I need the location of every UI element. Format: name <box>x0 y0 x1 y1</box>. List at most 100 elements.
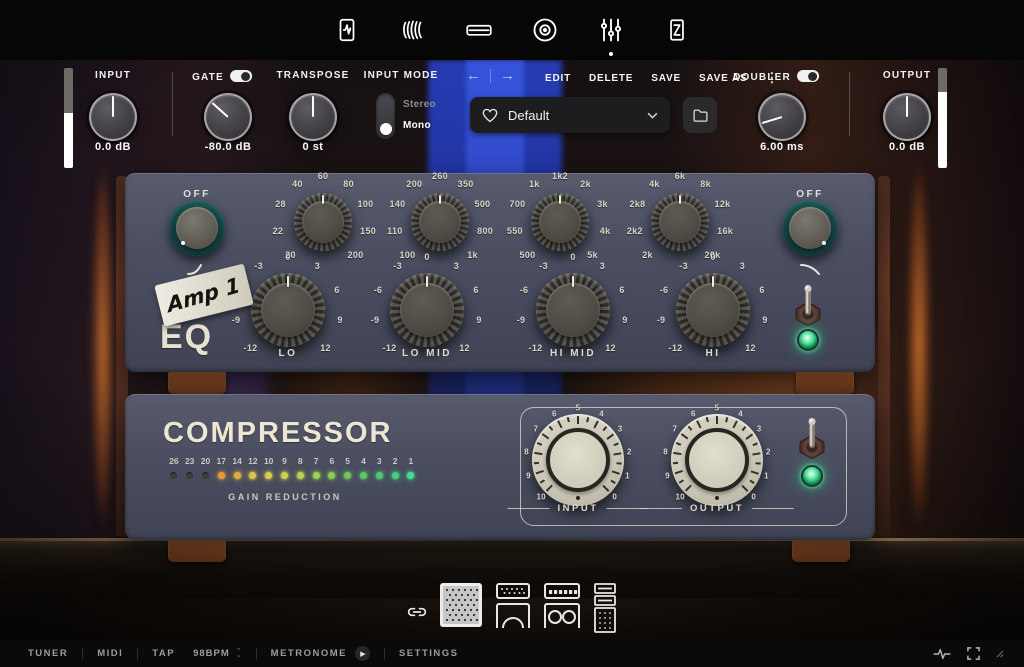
tab-spring[interactable] <box>393 10 433 50</box>
gain-reduction-step-number: 14 <box>232 456 241 466</box>
lo-mid-gain-knob[interactable]: -12-9-6-3036912 <box>357 240 497 380</box>
knob-scale-label: 800 <box>477 226 493 236</box>
edit-button[interactable]: EDIT <box>545 73 571 84</box>
lo-gain-knob[interactable]: -12-9-6-3036912 <box>218 240 358 380</box>
compressor-title: COMPRESSOR <box>163 417 392 450</box>
knob-scale-label: -9 <box>371 315 380 325</box>
bpm-value[interactable]: 98BPM <box>193 648 230 659</box>
tab-speaker[interactable] <box>525 10 565 50</box>
knob-scale-label: 140 <box>390 199 406 209</box>
bpm-stepper[interactable]: ⌃⌄ <box>236 650 242 658</box>
top-nav-bar <box>0 0 1024 60</box>
knob-scale-label: 12k <box>715 199 731 209</box>
combo-amp-icon <box>495 582 531 630</box>
gain-reduction-step-number: 9 <box>282 456 287 466</box>
pedal-icon <box>464 17 494 43</box>
knob-scale-label: 2k2 <box>627 226 643 236</box>
knob-face <box>261 283 315 337</box>
tab-effects[interactable] <box>591 10 631 50</box>
preset-nav: ← → <box>466 67 515 84</box>
rig-stack-button[interactable] <box>593 582 617 634</box>
gain-reduction-led <box>407 472 414 479</box>
doubler-toggle[interactable] <box>797 70 819 82</box>
metronome-label[interactable]: METRONOME <box>271 648 347 659</box>
waveform-icon[interactable] <box>933 647 951 661</box>
knob-pointer <box>322 195 325 204</box>
knob-scale-label: 9 <box>622 315 627 325</box>
metronome-play-button[interactable]: ▶ <box>355 646 370 661</box>
knob-pointer <box>559 195 562 204</box>
hi-mid-gain-knob[interactable]: -12-9-6-3036912 <box>503 240 643 380</box>
tuner-button[interactable]: TUNER <box>14 648 82 659</box>
settings-button[interactable]: SETTINGS <box>385 648 473 659</box>
doubler-label-text: DOUBLER <box>733 72 791 83</box>
gain-reduction-led <box>344 472 351 479</box>
tab-looper[interactable] <box>657 10 697 50</box>
gain-reduction-step: 12 <box>245 456 261 479</box>
delete-button[interactable]: DELETE <box>589 73 633 84</box>
resize-handle-icon[interactable] <box>996 650 1004 658</box>
preset-dropdown[interactable]: Default <box>470 97 670 133</box>
metronome-control[interactable]: METRONOME ▶ <box>257 646 384 661</box>
midi-button[interactable]: MIDI <box>83 648 137 659</box>
preset-name: Default <box>508 108 637 123</box>
knob-scale-label: 80 <box>343 179 354 189</box>
input-mode-toggle[interactable] <box>376 93 395 139</box>
knob-scale-label: 10 <box>536 492 546 501</box>
bottom-bar: TUNER MIDI TAP 98BPM ⌃⌄ METRONOME ▶ SETT… <box>0 640 1024 667</box>
input-knob[interactable] <box>89 93 137 141</box>
rig-combo-amp-button[interactable] <box>495 582 531 630</box>
knob-scale-label: 16k <box>717 226 733 236</box>
tap-tempo-button[interactable]: TAP <box>138 648 179 659</box>
knob-scale-label: 12 <box>459 343 470 353</box>
label-text: OUTPUT <box>690 503 744 514</box>
bpm-control[interactable]: 98BPM ⌃⌄ <box>179 648 256 659</box>
knob-pointer <box>762 116 783 124</box>
next-preset-button[interactable]: → <box>500 67 515 84</box>
rig-cabinet-button[interactable] <box>439 582 483 628</box>
chevron-down-icon[interactable]: ⌄ <box>236 654 242 658</box>
label-line <box>508 508 550 509</box>
rack-rail <box>878 176 890 536</box>
gain-reduction-step: 26 <box>166 456 182 479</box>
knob-scale-label: 6 <box>552 409 557 418</box>
low-cut-knob[interactable] <box>169 200 225 256</box>
tab-amp[interactable] <box>327 10 367 50</box>
compressor-output-label: OUTPUT <box>640 503 794 514</box>
divider <box>490 69 491 83</box>
input-mode-option-stereo[interactable]: Stereo <box>403 99 436 110</box>
transpose-knob[interactable] <box>289 93 337 141</box>
rig-head-cab-button[interactable] <box>543 582 581 630</box>
gain-reduction-step-number: 1 <box>408 456 413 466</box>
divider <box>172 72 173 136</box>
gain-reduction-step-number: 26 <box>169 456 178 466</box>
favorite-heart-icon[interactable] <box>482 108 498 123</box>
hi-gain-knob[interactable]: -12-9-6-3036912 <box>643 240 783 380</box>
knob-scale-label: 4 <box>738 409 743 418</box>
tab-pedal[interactable] <box>459 10 499 50</box>
gain-reduction-label: GAIN REDUCTION <box>228 492 342 502</box>
save-button[interactable]: SAVE <box>651 73 681 84</box>
input-mode-option-mono[interactable]: Mono <box>403 120 431 131</box>
prev-preset-button[interactable]: ← <box>466 67 481 84</box>
output-knob[interactable] <box>883 93 931 141</box>
output-value: 0.0 dB <box>889 141 925 153</box>
eq-power-switch[interactable] <box>790 280 826 326</box>
high-cut-knob[interactable] <box>782 200 838 256</box>
input-value: 0.0 dB <box>95 141 131 153</box>
doubler-knob[interactable] <box>758 93 806 141</box>
amp-foot <box>168 538 226 562</box>
preset-browser-button[interactable] <box>683 97 717 133</box>
knob-scale-label: 5 <box>576 404 581 413</box>
compressor-power-switch[interactable] <box>794 413 830 459</box>
link-button[interactable] <box>407 606 427 618</box>
speaker-icon <box>531 16 559 44</box>
gain-reduction-led <box>265 472 272 479</box>
fullscreen-icon[interactable] <box>967 647 980 660</box>
gate-toggle[interactable] <box>230 70 252 82</box>
toggle-knob <box>241 72 250 81</box>
band-label-lo-mid: LO MID <box>402 348 452 359</box>
active-tab-indicator <box>609 52 613 56</box>
gate-knob[interactable] <box>204 93 252 141</box>
knob-scale-label: 6 <box>334 285 339 295</box>
